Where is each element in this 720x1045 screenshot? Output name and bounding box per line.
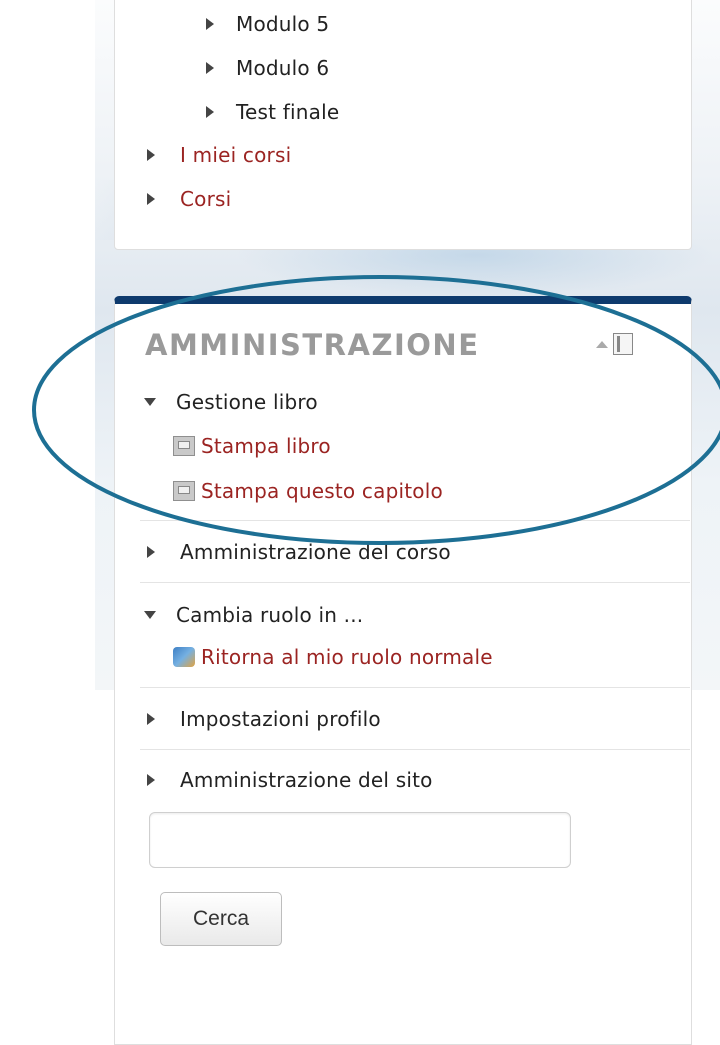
print-chapter-icon bbox=[173, 481, 195, 501]
tree-item-course-admin[interactable]: Amministrazione del corso bbox=[147, 540, 451, 564]
print-book-icon bbox=[173, 436, 195, 456]
link-label: Stampa questo capitolo bbox=[201, 479, 443, 503]
link-label: Ritorna al mio ruolo normale bbox=[201, 645, 493, 669]
dock-icon[interactable] bbox=[613, 333, 633, 355]
navigation-block bbox=[114, 0, 692, 250]
collapse-arrow-icon bbox=[144, 611, 156, 619]
tree-item-gestione-libro[interactable]: Gestione libro bbox=[144, 390, 318, 414]
collapse-arrow-icon bbox=[144, 398, 156, 406]
link-print-chapter[interactable]: Stampa questo capitolo bbox=[173, 479, 443, 503]
expand-arrow-icon bbox=[206, 18, 214, 30]
switch-role-icon bbox=[173, 647, 195, 667]
nav-item-modulo-6[interactable]: Modulo 6 bbox=[206, 56, 329, 80]
search-button[interactable]: Cerca bbox=[160, 892, 282, 946]
nav-item-modulo-5[interactable]: Modulo 5 bbox=[206, 12, 329, 36]
expand-arrow-icon bbox=[147, 149, 155, 161]
link-return-role[interactable]: Ritorna al mio ruolo normale bbox=[173, 645, 493, 669]
expand-arrow-icon bbox=[147, 546, 155, 558]
expand-arrow-icon bbox=[206, 62, 214, 74]
divider bbox=[140, 520, 690, 521]
expand-arrow-icon bbox=[206, 106, 214, 118]
nav-item-my-courses[interactable]: I miei corsi bbox=[147, 143, 291, 167]
divider bbox=[140, 582, 690, 583]
tree-item-label: Impostazioni profilo bbox=[180, 707, 381, 731]
nav-item-label: I miei corsi bbox=[180, 143, 292, 167]
expand-arrow-icon bbox=[147, 774, 155, 786]
expand-arrow-icon bbox=[147, 193, 155, 205]
link-print-book[interactable]: Stampa libro bbox=[173, 434, 331, 458]
collapse-icon[interactable] bbox=[596, 341, 608, 348]
tree-item-label: Cambia ruolo in ... bbox=[176, 603, 364, 627]
nav-item-label: Test finale bbox=[236, 100, 340, 124]
nav-item-courses[interactable]: Corsi bbox=[147, 187, 231, 211]
expand-arrow-icon bbox=[147, 713, 155, 725]
tree-item-label: Amministrazione del sito bbox=[180, 768, 433, 792]
nav-item-label: Modulo 6 bbox=[236, 56, 330, 80]
tree-item-profile-settings[interactable]: Impostazioni profilo bbox=[147, 707, 381, 731]
nav-item-label: Modulo 5 bbox=[236, 12, 330, 36]
nav-item-test-finale[interactable]: Test finale bbox=[206, 100, 339, 124]
block-title: AMMINISTRAZIONE bbox=[145, 328, 480, 362]
link-label: Stampa libro bbox=[201, 434, 331, 458]
tree-item-site-admin[interactable]: Amministrazione del sito bbox=[147, 768, 433, 792]
tree-item-label: Gestione libro bbox=[176, 390, 318, 414]
divider bbox=[140, 687, 690, 688]
tree-item-switch-role[interactable]: Cambia ruolo in ... bbox=[144, 603, 363, 627]
admin-search-input[interactable] bbox=[149, 812, 571, 868]
tree-item-label: Amministrazione del corso bbox=[180, 540, 451, 564]
nav-item-label: Corsi bbox=[180, 187, 232, 211]
divider bbox=[140, 749, 690, 750]
